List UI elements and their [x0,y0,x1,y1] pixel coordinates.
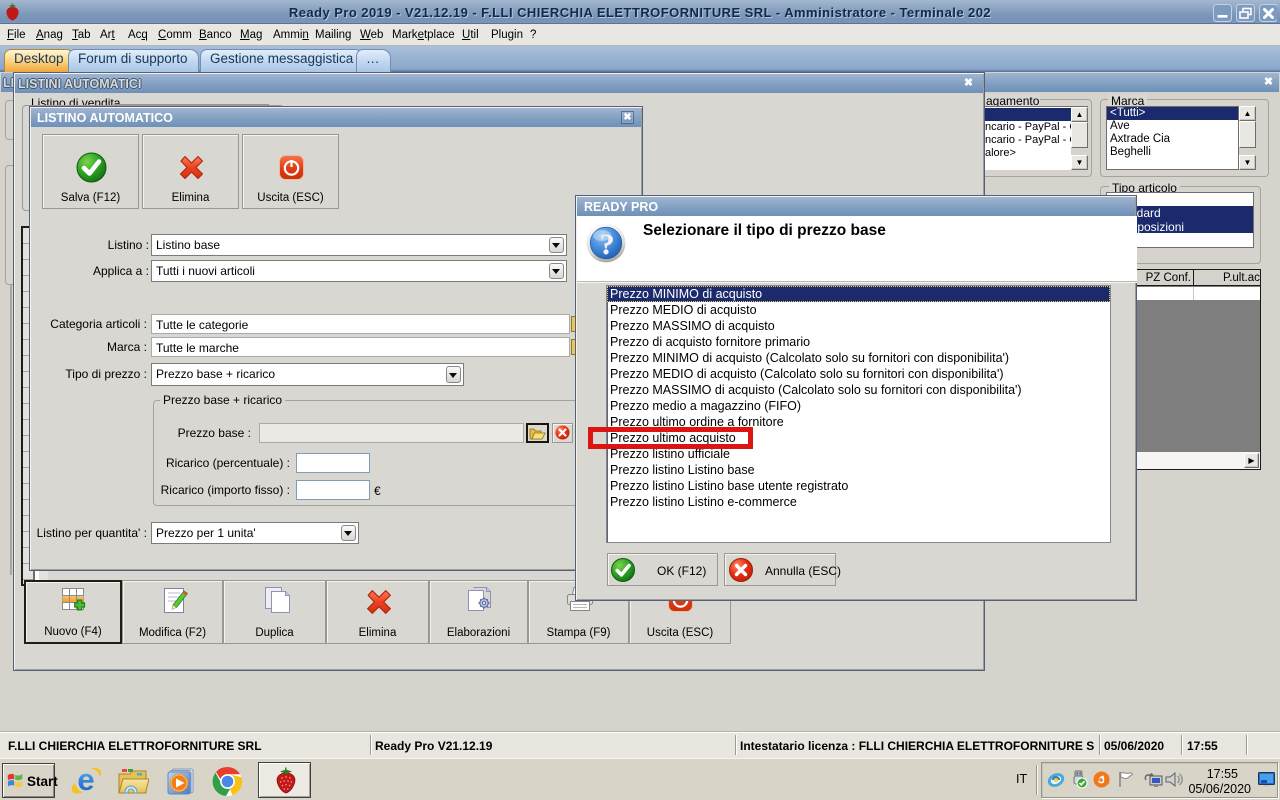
svg-text:?: ? [600,228,615,261]
